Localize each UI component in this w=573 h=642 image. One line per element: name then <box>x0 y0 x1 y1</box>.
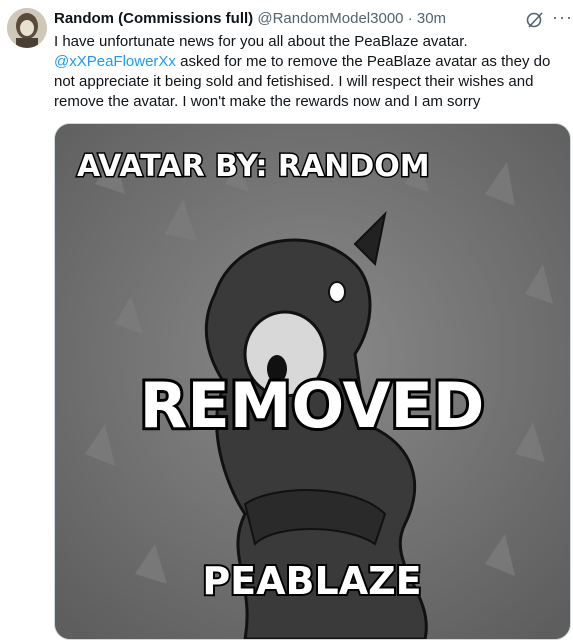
tweet-text: I have unfortunate news for you all abou… <box>54 32 554 112</box>
tweet-text-line1: I have unfortunate news for you all abou… <box>54 33 468 50</box>
top-caption: AVATAR BY: RANDOM <box>77 149 430 184</box>
timestamp[interactable]: 30m <box>417 10 446 27</box>
display-name[interactable]: Random (Commissions full) <box>54 10 253 27</box>
user-handle[interactable]: @RandomModel3000 <box>257 10 403 27</box>
tweet-header: Random (Commissions full) @RandomModel30… <box>54 10 446 28</box>
tweet[interactable]: Random (Commissions full) @RandomModel30… <box>0 0 573 642</box>
center-caption: REMOVED <box>140 369 485 442</box>
avatar[interactable] <box>7 8 47 48</box>
grok-icon[interactable] <box>526 11 544 29</box>
mention-link[interactable]: @xXPeaFlowerXx <box>54 53 176 70</box>
avatar-image <box>7 8 47 48</box>
bottom-caption: PEABLAZE <box>202 559 421 603</box>
separator: · <box>407 10 413 27</box>
media-image: AVATAR BY: RANDOM REMOVED PEABLAZE <box>55 124 570 639</box>
more-icon[interactable]: ··· <box>552 8 573 26</box>
tweet-media[interactable]: AVATAR BY: RANDOM REMOVED PEABLAZE <box>54 123 571 640</box>
